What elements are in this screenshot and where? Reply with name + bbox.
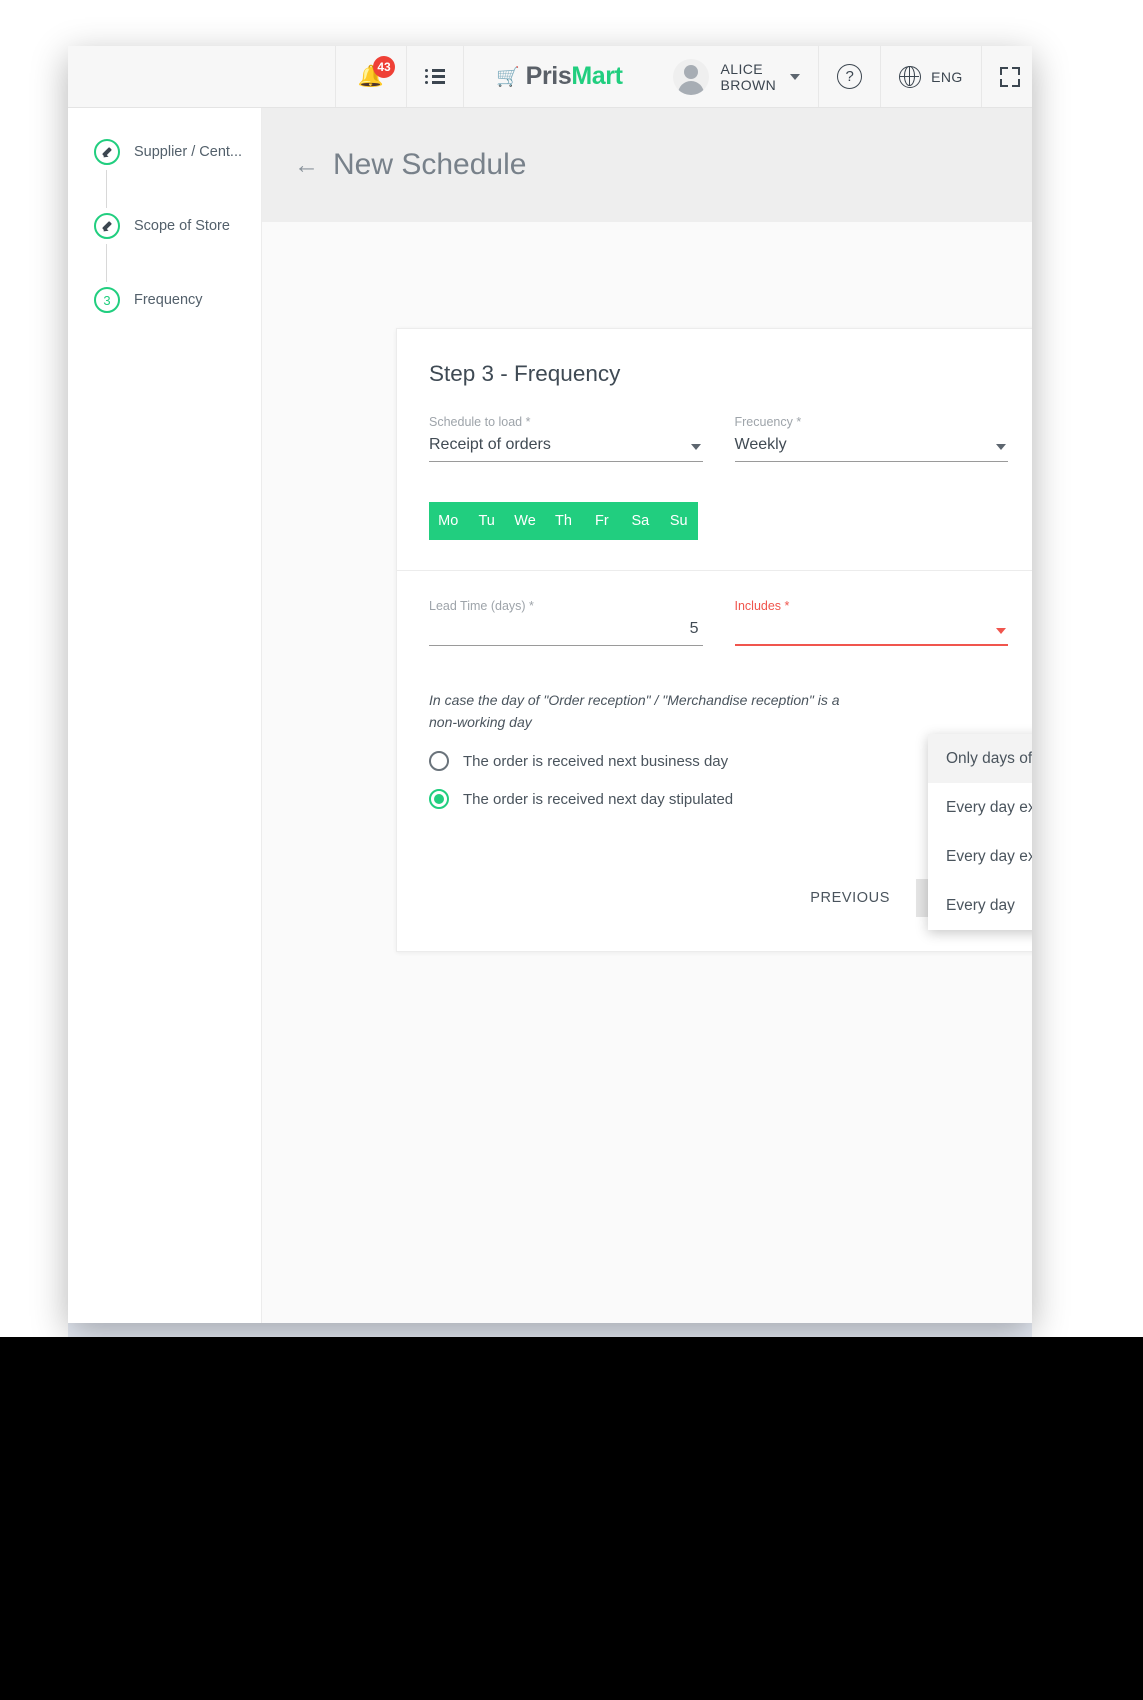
- user-menu[interactable]: ALICE BROWN: [655, 46, 820, 107]
- weekday-chip-fr[interactable]: Fr: [582, 502, 622, 540]
- lead-time-label: Lead Time (days) *: [429, 599, 534, 613]
- screenshot-canvas: 🔔 43 🛒 PrisMart ALICE BROWN ? ENG Suppli…: [0, 0, 1143, 1700]
- includes-field[interactable]: Includes *: [734, 599, 1008, 646]
- sidebar-item-supplier[interactable]: Supplier / Cent...: [68, 134, 261, 170]
- globe-icon: [899, 65, 922, 88]
- help-button[interactable]: ?: [819, 46, 882, 107]
- sidebar-item-label: Supplier / Cent...: [134, 144, 242, 160]
- pencil-icon: [94, 213, 120, 239]
- previous-button[interactable]: PREVIOUS: [796, 879, 904, 917]
- expand-fullscreen-icon[interactable]: [999, 66, 1020, 87]
- page-gutter-left: [0, 0, 68, 1337]
- top-navigation-bar: 🔔 43 🛒 PrisMart ALICE BROWN ? ENG: [68, 46, 1032, 108]
- sidebar-item-frequency[interactable]: 3 Frequency: [68, 282, 261, 318]
- sidebar-item-label: Frequency: [134, 292, 203, 308]
- weekday-chip-th[interactable]: Th: [544, 502, 583, 540]
- schedule-to-load-value[interactable]: Receipt of orders: [429, 436, 703, 462]
- shopping-cart-icon: 🛒: [496, 66, 520, 88]
- stepper-connector: [106, 244, 107, 282]
- weekday-chip-tu[interactable]: Tu: [467, 502, 506, 540]
- card-title: Step 3 - Frequency: [429, 361, 621, 386]
- page-gutter-right: [1032, 0, 1143, 1337]
- non-working-day-hint: In case the day of "Order reception" / "…: [429, 692, 840, 730]
- list-menu-icon[interactable]: [425, 69, 445, 84]
- app-window: 🔔 43 🛒 PrisMart ALICE BROWN ? ENG Suppli…: [68, 46, 1032, 1323]
- notifications-button[interactable]: 🔔 43: [336, 46, 407, 107]
- includes-label: Includes *: [734, 599, 790, 613]
- topbar-left-spacer: [68, 46, 336, 107]
- question-circle-icon[interactable]: ?: [837, 64, 863, 89]
- sidebar-item-label: Scope of Store: [134, 218, 230, 234]
- dropdown-option-every-day-except-holidays-and-sundays[interactable]: Every day except holidays and Sund...: [928, 783, 1032, 832]
- frequency-label: Frecuency *: [734, 415, 802, 429]
- includes-dropdown-menu[interactable]: Only days of the week except holidays Ev…: [928, 734, 1032, 930]
- brand-name-part1: Pris: [525, 62, 572, 90]
- radio-icon[interactable]: [429, 751, 449, 772]
- radio-label: The order is received next business day: [463, 752, 729, 770]
- radio-label: The order is received next day stipulate…: [463, 790, 734, 808]
- schedule-to-load-label: Schedule to load *: [429, 415, 531, 429]
- page-title: New Schedule: [333, 148, 527, 181]
- includes-value[interactable]: [734, 620, 1008, 646]
- page-header: ← New Schedule: [262, 108, 1032, 222]
- step-number-badge: 3: [94, 287, 120, 313]
- lead-time-input[interactable]: 5: [429, 620, 703, 646]
- schedule-to-load-field[interactable]: Schedule to load * Receipt of orders: [429, 415, 703, 462]
- content-area: ← New Schedule Step 3 - Frequency Schedu…: [262, 108, 1032, 1323]
- dropdown-option-every-day[interactable]: Every day: [928, 881, 1032, 930]
- back-arrow-icon[interactable]: ←: [294, 152, 319, 178]
- weekday-selector[interactable]: Mo Tu We Th Fr Sa Su: [429, 502, 698, 540]
- dropdown-option-only-weekdays-except-holidays[interactable]: Only days of the week except holidays: [928, 734, 1032, 783]
- frequency-fields-section: Schedule to load * Receipt of orders Fre…: [397, 387, 1032, 570]
- fullscreen-button[interactable]: [982, 46, 1032, 107]
- sidebar-item-scope-of-store[interactable]: Scope of Store: [68, 208, 261, 244]
- frequency-value[interactable]: Weekly: [734, 436, 1008, 462]
- chevron-down-icon[interactable]: [996, 628, 1006, 634]
- brand-logo[interactable]: 🛒 PrisMart: [464, 46, 655, 107]
- language-selector[interactable]: ENG: [881, 46, 982, 107]
- chevron-down-icon[interactable]: [690, 444, 701, 450]
- radio-icon-selected[interactable]: [429, 789, 449, 810]
- lead-time-field[interactable]: Lead Time (days) * 5: [429, 599, 703, 646]
- avatar: [672, 58, 709, 95]
- notification-badge: 43: [373, 55, 395, 78]
- brand-name-part2: Mart: [571, 62, 623, 90]
- radio-option-next-business-day[interactable]: The order is received next business day: [429, 751, 1008, 772]
- frequency-field[interactable]: Frecuency * Weekly: [734, 415, 1008, 462]
- pencil-icon: [94, 139, 120, 165]
- weekday-chip-su[interactable]: Su: [659, 502, 698, 540]
- user-name-label: ALICE BROWN: [720, 60, 777, 93]
- weekday-chip-mo[interactable]: Mo: [429, 502, 468, 540]
- weekday-chip-sa[interactable]: Sa: [621, 502, 660, 540]
- weekday-chip-we[interactable]: We: [505, 502, 545, 540]
- bell-icon[interactable]: 🔔 43: [354, 55, 395, 94]
- stepper-connector: [106, 170, 107, 208]
- radio-option-next-day-stipulated[interactable]: The order is received next day stipulate…: [429, 789, 1008, 810]
- chevron-down-icon[interactable]: [996, 444, 1006, 450]
- chevron-down-icon[interactable]: [790, 73, 801, 80]
- stepper-sidebar: Supplier / Cent... Scope of Store 3 Freq…: [68, 108, 262, 1323]
- dropdown-option-every-day-except-holidays[interactable]: Every day except holidays: [928, 832, 1032, 881]
- language-label: ENG: [931, 68, 963, 85]
- list-menu-button[interactable]: [407, 46, 464, 107]
